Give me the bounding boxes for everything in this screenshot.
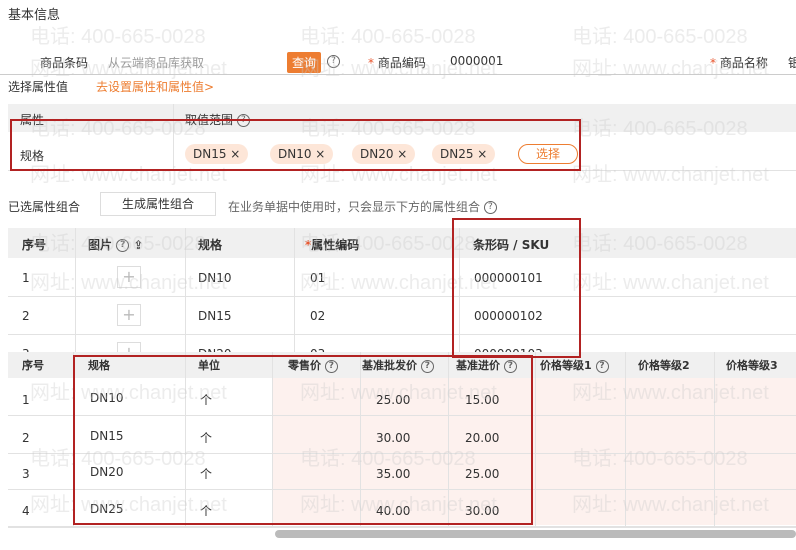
row-no: 1 [22,393,30,407]
combo-label: 已选属性组合 [8,200,81,214]
help-icon[interactable]: ? [503,359,517,373]
col-no: 序号 [22,238,47,252]
row-no: 1 [22,271,30,285]
row-no: 2 [22,309,30,323]
row-unit[interactable]: 个 [200,391,212,408]
row-purchase-price[interactable]: 30.00 [465,504,499,518]
section-title: 基本信息 [8,8,61,23]
tag-dn10[interactable]: DN10 × [270,144,334,164]
name-label: 商品名称 [719,56,768,70]
tag-dn20[interactable]: DN20 × [352,144,416,164]
row-wholesale-price[interactable]: 35.00 [376,467,410,481]
help-icon[interactable]: ? [116,239,130,252]
watermark: 电话: 400-665-0028 [30,26,206,48]
row-spec: DN15 [198,309,232,323]
row-spec: DN25 [90,502,124,516]
generate-button[interactable]: 生成属性组合 [100,192,216,216]
row-sku[interactable]: 000000102 [474,309,543,323]
barcode-input[interactable]: 从云端商品库获取 [108,54,204,71]
tag-dn25[interactable]: DN25 × [432,144,496,164]
price-col-header: 序号 [22,359,44,372]
row-wholesale-price[interactable]: 25.00 [376,393,410,407]
required-mark: * [710,56,720,70]
row-purchase-price[interactable]: 15.00 [465,393,499,407]
combo-hint: 在业务单据中使用时，只会显示下方的属性组合 [228,200,481,214]
attr-row-label: 规格 [20,149,45,163]
price-col-header: 价格等级3 [726,359,778,372]
watermark: 网址: www.chanjet.net [572,164,769,186]
help-icon[interactable]: ? [483,201,497,214]
price-col-header: 基准批发价 [362,359,417,372]
price-col-header: 价格等级2 [638,359,690,372]
watermark: 网址: www.chanjet.net [300,272,497,294]
col-attr-code: 属性编码 [311,238,360,252]
watermark: 网址: www.chanjet.net [572,272,769,294]
row-unit[interactable]: 个 [200,465,212,482]
row-sku[interactable]: 000000101 [474,271,543,285]
row-spec: DN10 [90,391,124,405]
col-sku: 条形码 / SKU [473,238,550,252]
row-unit[interactable]: 个 [200,429,212,446]
help-icon[interactable]: ? [324,359,338,373]
add-image-icon[interactable]: + [117,266,141,288]
price-col-header: 单位 [198,359,220,372]
help-icon[interactable]: ? [327,55,340,68]
price-col-header: 零售价 [288,359,321,372]
row-unit[interactable]: 个 [200,502,212,519]
col-image: 图片 [88,238,113,252]
help-icon[interactable]: ? [420,359,434,373]
row-wholesale-price[interactable]: 30.00 [376,431,410,445]
watermark: 电话: 400-665-0028 [300,26,476,48]
attr-select-label: 选择属性值 [8,80,69,94]
upload-icon[interactable]: ⇪ [133,238,143,252]
row-no: 4 [22,504,30,518]
watermark: 电话: 400-665-0028 [572,26,748,48]
row-spec: DN15 [90,429,124,443]
horizontal-scrollbar[interactable] [275,530,796,538]
price-col-header: 基准进价 [456,359,500,372]
add-image-icon[interactable]: + [117,304,141,326]
attr-header: 属性 [20,113,45,127]
query-button[interactable]: 查询 [287,52,322,73]
attr-table-header [8,104,796,132]
row-purchase-price[interactable]: 25.00 [465,467,499,481]
code-value[interactable]: 0000001 [450,54,503,68]
row-spec: DN10 [198,271,232,285]
tag-dn15[interactable]: DN15 × [185,144,249,164]
help-icon[interactable]: ? [595,359,609,373]
row-wholesale-price[interactable]: 40.00 [376,504,410,518]
barcode-label: 商品条码 [40,56,89,70]
required-mark: * [368,56,378,70]
range-header: 取值范围 [185,113,234,127]
col-spec: 规格 [198,238,223,252]
row-attr-code[interactable]: 02 [310,309,325,323]
price-table: 序号 规格 单位 零售价 ? 基准批发价 ? 基准进价 ? 价格等级1 ? 价格等级2 价格等级… [0,352,796,550]
set-attr-link[interactable]: 去设置属性和属性值> [96,78,214,95]
price-col-header: 规格 [88,359,110,372]
choose-button[interactable]: 选择 [518,144,578,164]
row-no: 3 [22,467,30,481]
code-label: 商品编码 [377,56,426,70]
price-col-header: 价格等级1 [540,359,592,372]
divider [0,74,796,75]
row-spec: DN20 [90,465,124,479]
help-icon[interactable]: ? [236,114,250,127]
name-value[interactable]: 银 [788,54,796,71]
row-attr-code[interactable]: 01 [310,271,325,285]
row-no: 2 [22,431,30,445]
row-purchase-price[interactable]: 20.00 [465,431,499,445]
